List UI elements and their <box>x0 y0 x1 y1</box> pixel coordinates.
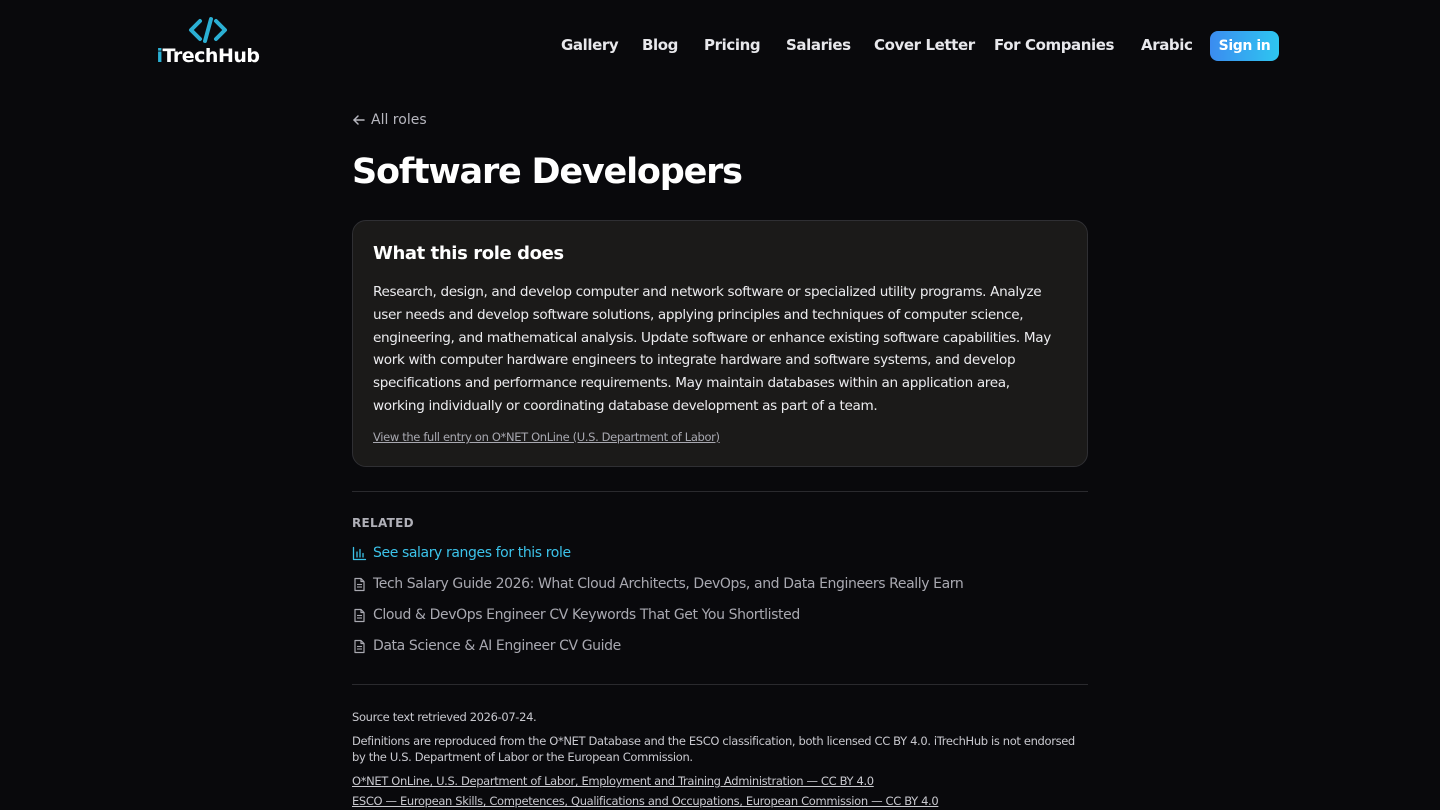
bar-chart-icon <box>352 546 367 560</box>
related-item-label: Tech Salary Guide 2026: What Cloud Archi… <box>373 576 964 592</box>
onet-attribution-link[interactable]: O*NET OnLine, U.S. Department of Labor, … <box>352 774 874 788</box>
back-label: All roles <box>371 112 427 128</box>
brand-name: iTrechHub <box>156 45 260 67</box>
sign-in-button[interactable]: Sign in <box>1210 31 1279 61</box>
related-article-link[interactable]: Tech Salary Guide 2026: What Cloud Archi… <box>352 576 964 592</box>
nav-salaries[interactable]: Salaries <box>786 33 851 57</box>
nav-language-arabic[interactable]: Arabic <box>1141 33 1193 57</box>
arrow-left-icon <box>353 115 365 125</box>
role-description-card: What this role does Research, design, an… <box>352 220 1088 467</box>
related-salary-link[interactable]: See salary ranges for this role <box>352 545 571 561</box>
nav-for-companies[interactable]: For Companies <box>994 33 1114 57</box>
document-icon <box>354 577 365 591</box>
related-article-link[interactable]: Data Science & AI Engineer CV Guide <box>352 638 621 654</box>
related-item-label: See salary ranges for this role <box>373 545 571 561</box>
related-article-link[interactable]: Cloud & DevOps Engineer CV Keywords That… <box>352 607 800 623</box>
divider <box>352 491 1088 492</box>
code-brackets-icon <box>189 17 227 43</box>
role-description: Research, design, and develop computer a… <box>373 284 1051 414</box>
license-note: Definitions are reproduced from the O*NE… <box>352 734 1075 764</box>
divider <box>352 684 1088 685</box>
attribution-line: O*NET OnLine, U.S. Department of Labor, … <box>352 773 1088 789</box>
nav-blog[interactable]: Blog <box>642 33 678 57</box>
document-icon <box>354 639 365 653</box>
back-to-all-roles-link[interactable]: All roles <box>352 112 427 128</box>
site-logo[interactable]: iTrechHub <box>156 16 260 70</box>
page-title: Software Developers <box>352 152 743 192</box>
nav-pricing[interactable]: Pricing <box>704 33 761 57</box>
related-heading: RELATED <box>352 516 414 530</box>
esco-attribution-link[interactable]: ESCO — European Skills, Competences, Qua… <box>352 794 939 808</box>
onet-source-link[interactable]: View the full entry on O*NET OnLine (U.S… <box>373 430 720 444</box>
nav-cover-letter[interactable]: Cover Letter <box>874 33 975 57</box>
attribution-line: ESCO — European Skills, Competences, Qua… <box>352 793 1088 809</box>
related-item-label: Cloud & DevOps Engineer CV Keywords That… <box>373 607 800 623</box>
card-heading: What this role does <box>373 243 564 264</box>
nav-gallery[interactable]: Gallery <box>561 33 619 57</box>
retrieved-date: Source text retrieved 2026-07-24. <box>352 710 537 724</box>
related-item-label: Data Science & AI Engineer CV Guide <box>373 638 621 654</box>
document-icon <box>354 608 365 622</box>
